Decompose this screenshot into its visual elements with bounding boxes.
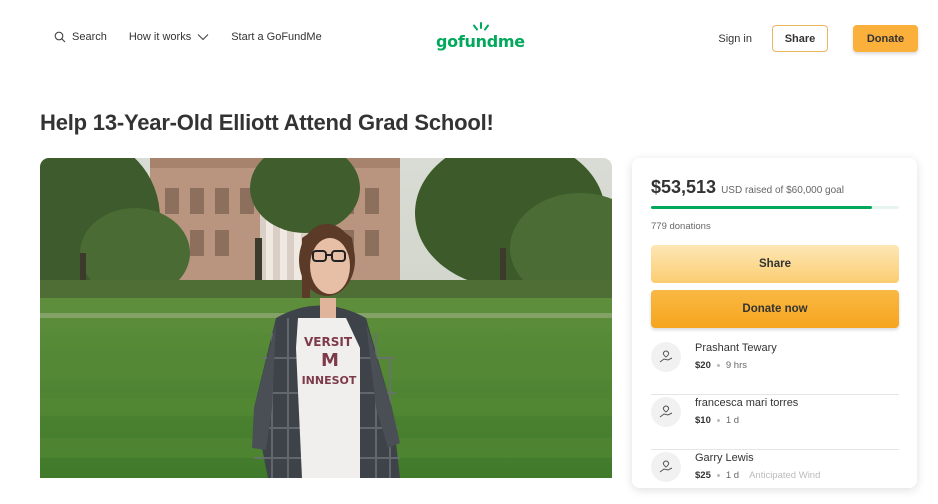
donor-amount: $20 xyxy=(695,360,711,371)
svg-text:VERSIT: VERSIT xyxy=(304,335,353,349)
donor-time: 9 hrs xyxy=(725,360,747,371)
donor-meta: $20 9 hrs xyxy=(695,360,747,371)
donor-list-item[interactable]: Garry Lewis $25 1 d Anticipated Wind xyxy=(651,450,899,488)
donate-now-button[interactable]: Donate now xyxy=(651,290,899,328)
donor-meta: $25 1 d Anticipated Wind xyxy=(695,470,820,481)
gofundme-logo[interactable]: gofundme xyxy=(436,22,525,54)
donor-time: 1 d xyxy=(725,415,740,426)
search-link[interactable]: Search xyxy=(54,31,107,43)
campaign-hero-image[interactable]: VERSIT M INNESOT xyxy=(40,158,612,478)
donor-amount: $10 xyxy=(695,415,711,426)
share-button[interactable]: Share xyxy=(651,245,899,283)
donor-name: Garry Lewis xyxy=(695,452,754,464)
donor-hand-heart-icon xyxy=(651,397,681,427)
progress-bar xyxy=(651,206,899,209)
site-header: Search How it works Start a GoFundMe gof… xyxy=(0,0,938,78)
svg-text:INNESOT: INNESOT xyxy=(302,374,357,387)
search-icon xyxy=(54,31,66,43)
hero-photo: VERSIT M INNESOT xyxy=(40,158,612,478)
how-it-works-label: How it works xyxy=(128,31,192,43)
progress-bar-fill xyxy=(651,206,873,209)
logo-text: gofundme xyxy=(436,32,525,51)
donor-hand-heart-icon xyxy=(651,342,681,372)
how-it-works-menu[interactable]: How it works xyxy=(129,31,209,43)
donor-name: Prashant Tewary xyxy=(695,342,777,354)
separator-dot xyxy=(716,364,720,367)
donor-list-item[interactable]: Prashant Tewary $20 9 hrs xyxy=(651,340,899,395)
separator-dot xyxy=(716,419,720,422)
amount-raised: $53,513 xyxy=(651,177,717,197)
donor-list-item[interactable]: francesca mari torres $10 1 d xyxy=(651,395,899,450)
search-label: Search xyxy=(72,31,107,43)
account-nav: Sign in Share Donate xyxy=(718,25,918,52)
donation-card: $53,513 USD raised of $60,000 goal 779 d… xyxy=(632,158,917,488)
start-gofundme-link[interactable]: Start a GoFundMe xyxy=(231,31,322,43)
header-donate-button[interactable]: Donate xyxy=(853,25,918,52)
sign-in-link[interactable]: Sign in xyxy=(718,33,752,45)
donor-time: 1 d xyxy=(725,470,740,481)
donor-badge: Anticipated Wind xyxy=(749,470,821,481)
primary-nav: Search How it works Start a GoFundMe xyxy=(54,31,344,43)
svg-text:M: M xyxy=(321,350,339,371)
donor-amount: $25 xyxy=(695,470,711,481)
start-gofundme-label: Start a GoFundMe xyxy=(231,31,322,43)
donations-count[interactable]: 779 donations xyxy=(651,221,711,232)
goal-text: USD raised of $60,000 goal xyxy=(721,185,844,196)
chevron-down-icon xyxy=(197,33,209,41)
donor-hand-heart-icon xyxy=(651,452,681,482)
donor-meta: $10 1 d xyxy=(695,415,739,426)
campaign-title: Help 13-Year-Old Elliott Attend Grad Sch… xyxy=(40,110,494,135)
raised-summary: $53,513 USD raised of $60,000 goal xyxy=(651,177,844,198)
donor-name: francesca mari torres xyxy=(695,397,799,409)
separator-dot xyxy=(716,474,720,477)
header-share-button[interactable]: Share xyxy=(772,25,828,52)
